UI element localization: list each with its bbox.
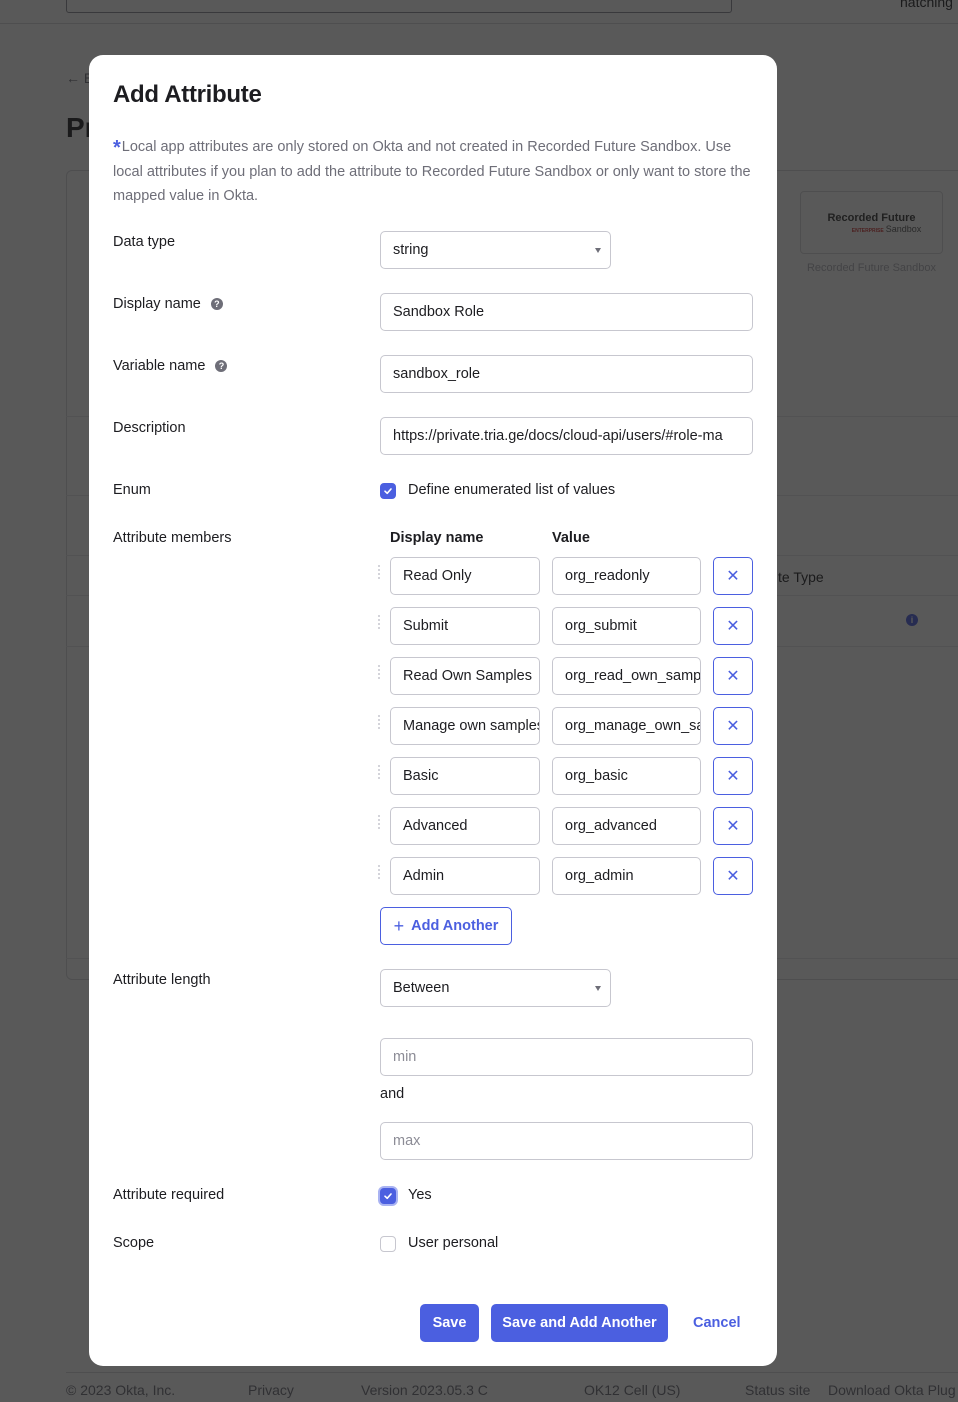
add-another-label: Add Another (411, 918, 499, 934)
member-value-input[interactable]: org_admin (552, 857, 701, 895)
add-another-button[interactable]: + Add Another (380, 907, 512, 945)
attribute-length-value: Between (393, 980, 450, 996)
remove-member-button[interactable]: ✕ (713, 607, 753, 645)
attribute-member-row: Admin org_admin ✕ (377, 857, 757, 895)
scope-checkbox[interactable] (380, 1236, 396, 1252)
attribute-member-row: Advanced org_advanced ✕ (377, 807, 757, 845)
member-value-input[interactable]: org_readonly (552, 557, 701, 595)
member-value-input[interactable]: org_manage_own_samples (552, 707, 701, 745)
member-value-input[interactable]: org_basic (552, 757, 701, 795)
member-display-name-input[interactable]: Submit (390, 607, 540, 645)
drag-handle-icon[interactable] (377, 765, 381, 779)
attribute-required-checkbox[interactable] (380, 1188, 396, 1204)
asterisk-icon: * (113, 137, 121, 159)
attribute-members-label: Attribute members (113, 530, 232, 546)
close-icon: ✕ (726, 718, 740, 735)
variable-name-label: Variable name (113, 358, 206, 374)
add-attribute-modal: Add Attribute *Local app attributes are … (89, 55, 777, 1366)
save-and-add-another-button[interactable]: Save and Add Another (491, 1304, 668, 1342)
and-label: and (380, 1086, 405, 1102)
data-type-select[interactable]: string (380, 231, 611, 269)
remove-member-button[interactable]: ✕ (713, 807, 753, 845)
variable-name-row-label: Variable name ? (113, 358, 228, 374)
attribute-member-row: Read Own Samples org_read_own_samples ✕ (377, 657, 757, 695)
help-icon[interactable]: ? (215, 360, 228, 372)
close-icon: ✕ (726, 568, 740, 585)
drag-handle-icon[interactable] (377, 615, 381, 629)
member-display-name-input[interactable]: Read Own Samples (390, 657, 540, 695)
close-icon: ✕ (726, 868, 740, 885)
description-label: Description (113, 420, 186, 436)
drag-handle-icon[interactable] (377, 715, 381, 729)
attribute-required-label: Attribute required (113, 1187, 225, 1203)
variable-name-input[interactable]: sandbox_role (380, 355, 753, 393)
close-icon: ✕ (726, 768, 740, 785)
member-display-name-input[interactable]: Admin (390, 857, 540, 895)
attribute-length-label: Attribute length (113, 972, 211, 988)
help-icon[interactable]: ? (210, 298, 223, 310)
member-display-name-input[interactable]: Read Only (390, 557, 540, 595)
cancel-button[interactable]: Cancel (693, 1304, 741, 1342)
remove-member-button[interactable]: ✕ (713, 657, 753, 695)
scope-label: Scope (113, 1235, 155, 1251)
plus-icon: + (393, 916, 405, 936)
member-value-input[interactable]: org_advanced (552, 807, 701, 845)
save-button[interactable]: Save (420, 1304, 479, 1342)
enum-checkbox-label: Define enumerated list of values (408, 482, 616, 498)
drag-handle-icon[interactable] (377, 665, 381, 679)
member-value-input[interactable]: org_submit (552, 607, 701, 645)
display-name-label: Display name (113, 296, 201, 312)
data-type-value: string (393, 242, 429, 258)
member-display-name-input[interactable]: Basic (390, 757, 540, 795)
display-name-input[interactable]: Sandbox Role (380, 293, 753, 331)
chevron-down-icon (595, 986, 601, 991)
display-name-row-label: Display name ? (113, 296, 223, 312)
remove-member-button[interactable]: ✕ (713, 757, 753, 795)
check-icon (384, 1193, 392, 1200)
close-icon: ✕ (726, 818, 740, 835)
remove-member-button[interactable]: ✕ (713, 707, 753, 745)
modal-note: *Local app attributes are only stored on… (113, 135, 758, 208)
description-input[interactable]: https://private.tria.ge/docs/cloud-api/u… (380, 417, 753, 455)
attribute-required-checkbox-label: Yes (408, 1187, 432, 1203)
drag-handle-icon[interactable] (377, 865, 381, 879)
note-text: Local app attributes are only stored on … (113, 139, 751, 204)
members-col-value: Value (552, 530, 590, 546)
enum-checkbox[interactable] (380, 483, 396, 499)
member-display-name-input[interactable]: Manage own samples (390, 707, 540, 745)
remove-member-button[interactable]: ✕ (713, 857, 753, 895)
check-icon (384, 488, 392, 495)
chevron-down-icon (595, 248, 601, 253)
attribute-member-row: Basic org_basic ✕ (377, 757, 757, 795)
drag-handle-icon[interactable] (377, 815, 381, 829)
enum-label: Enum (113, 482, 151, 498)
modal-title: Add Attribute (113, 81, 262, 108)
attribute-member-row: Read Only org_readonly ✕ (377, 557, 757, 595)
min-length-input[interactable]: min (380, 1038, 753, 1076)
attribute-member-row: Submit org_submit ✕ (377, 607, 757, 645)
members-col-display-name: Display name (390, 530, 484, 546)
attribute-member-row: Manage own samples org_manage_own_samples… (377, 707, 757, 745)
max-length-input[interactable]: max (380, 1122, 753, 1160)
close-icon: ✕ (726, 668, 740, 685)
member-display-name-input[interactable]: Advanced (390, 807, 540, 845)
scope-checkbox-label: User personal (408, 1235, 499, 1251)
drag-handle-icon[interactable] (377, 565, 381, 579)
member-value-input[interactable]: org_read_own_samples (552, 657, 701, 695)
data-type-label: Data type (113, 234, 176, 250)
attribute-length-select[interactable]: Between (380, 969, 611, 1007)
close-icon: ✕ (726, 618, 740, 635)
remove-member-button[interactable]: ✕ (713, 557, 753, 595)
